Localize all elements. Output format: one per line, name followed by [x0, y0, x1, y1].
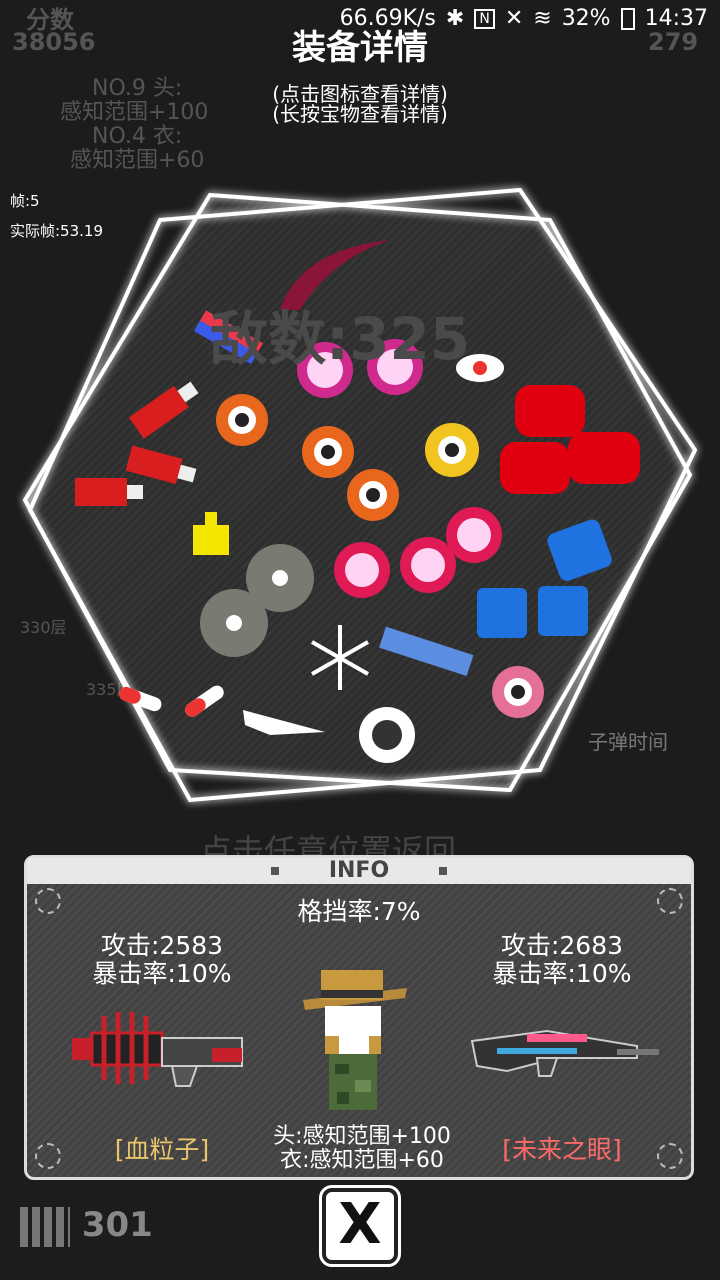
info-header-label: INFO	[328, 858, 390, 883]
treasure-orange-gear-3[interactable]	[347, 469, 399, 521]
head-bonus: 头:感知范围+100	[273, 1124, 451, 1149]
blue-sniper-rifle-icon[interactable]	[467, 1016, 662, 1086]
character-safari-hat-icon[interactable]	[295, 960, 415, 1130]
treasure-pink-gear-5[interactable]	[400, 537, 456, 593]
left-weapon-crit: 暴击率:10%	[92, 959, 232, 988]
right-weapon-attack: 攻击:2683	[500, 931, 624, 960]
info-panel: INFO 格挡率:7% 攻击:2583 暴击率:10% 攻击:2683 暴击率:…	[24, 855, 694, 1180]
bg-item2-effect: 感知范围+60	[70, 148, 205, 173]
bg-enemy-count: 敌数:325	[210, 305, 471, 373]
close-button[interactable]: X	[319, 1185, 401, 1267]
treasure-pink-gear-4[interactable]	[334, 542, 390, 598]
hint-hold-treasure: (长按宝物查看详情)	[272, 102, 448, 126]
bullet-icon	[20, 1206, 70, 1247]
page-title: 装备详情	[292, 28, 428, 68]
ammo-counter: 301	[20, 1205, 153, 1247]
treasure-pink-gear-3[interactable]	[446, 507, 502, 563]
treasure-grey-gear-2[interactable]	[200, 589, 268, 657]
treasure-orange-gear-2[interactable]	[302, 426, 354, 478]
treasure-blue-shoe-2[interactable]	[477, 588, 527, 638]
corner-bolt-icon	[35, 1143, 61, 1169]
block-rate: 格挡率:7%	[297, 897, 421, 926]
treasure-yellow-gear[interactable]	[425, 423, 479, 477]
info-panel-header: INFO	[27, 858, 691, 884]
treasure-white-gear[interactable]	[359, 707, 415, 763]
body-bonus: 衣:感知范围+60	[280, 1148, 444, 1173]
treasure-hexagon	[21, 186, 699, 804]
treasure-pink-gear-6[interactable]	[492, 666, 544, 718]
red-heavy-gun-icon[interactable]	[72, 1008, 257, 1088]
left-weapon-attack: 攻击:2583	[100, 931, 224, 960]
treasure-orange-gear-1[interactable]	[216, 394, 268, 446]
right-weapon-crit: 暴击率:10%	[492, 959, 632, 988]
treasure-blue-shoe-3[interactable]	[538, 586, 588, 636]
corner-bolt-icon	[657, 1143, 683, 1169]
